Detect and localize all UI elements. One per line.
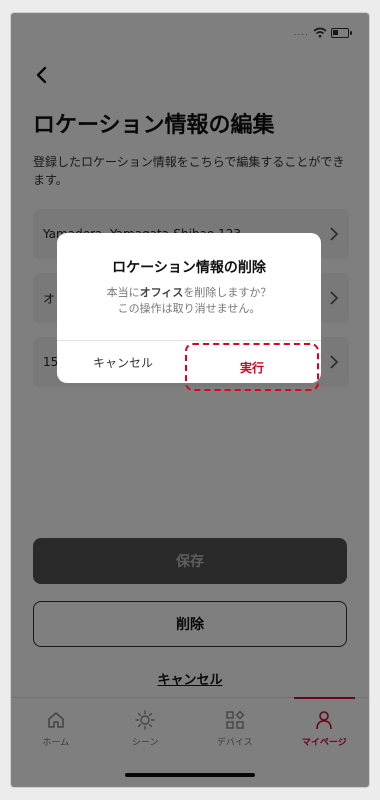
execute-highlight-box[interactable]: 実行: [185, 343, 319, 391]
dialog-message: 本当にオフィスを削除しますか？ この操作は取り消せません。: [106, 286, 272, 315]
location-name: オフィス: [139, 286, 184, 299]
dialog-execute-label: 実行: [239, 360, 264, 375]
dialog-cancel-button[interactable]: キャンセル: [57, 341, 189, 383]
dialog-title: ロケーション情報の削除: [112, 260, 266, 276]
delete-confirm-dialog: ロケーション情報の削除 本当にオフィスを削除しますか？ この操作は取り消せません…: [57, 233, 321, 391]
phone-frame: .... ロケーション情報の編集 登録したロケーション情報をこちらで編集すること…: [10, 12, 370, 788]
modal-overlay[interactable]: [11, 13, 369, 787]
